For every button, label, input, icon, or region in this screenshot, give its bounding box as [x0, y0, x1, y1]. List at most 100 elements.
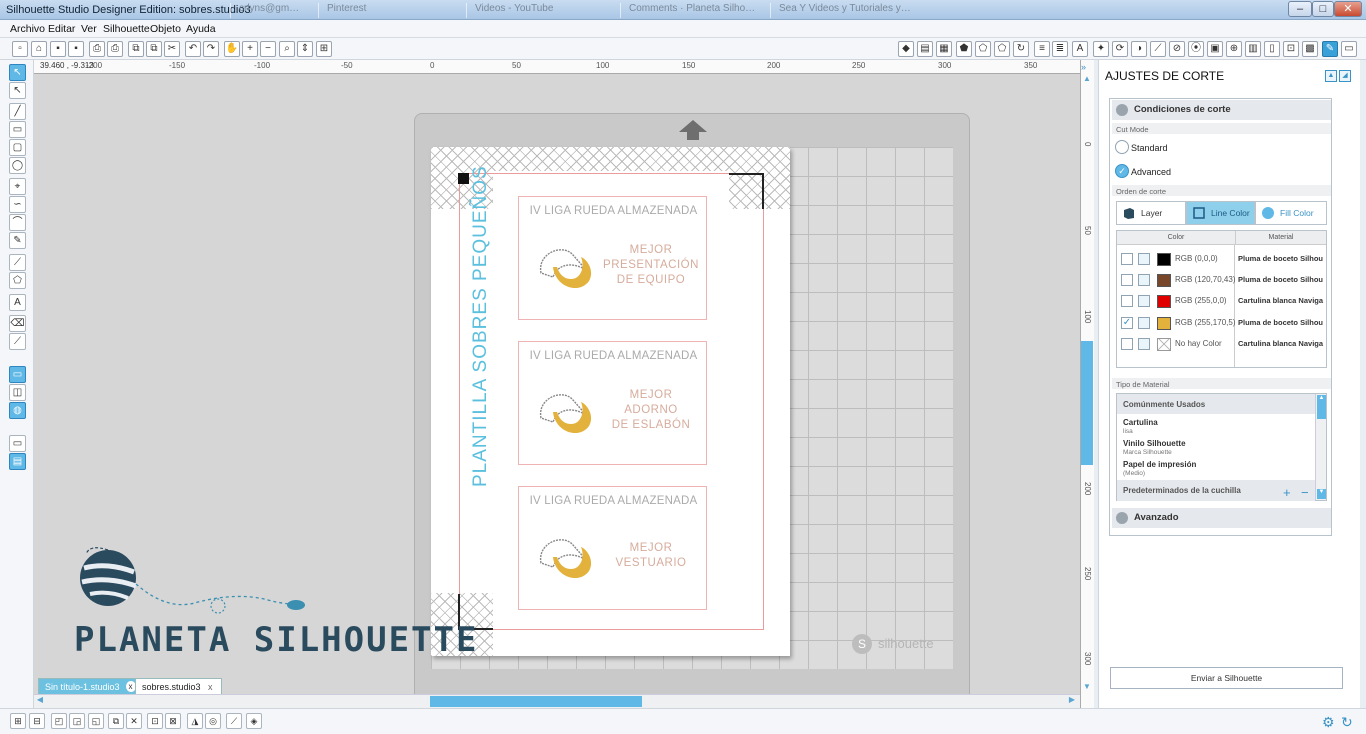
fill-icon[interactable]: ◆	[898, 41, 914, 57]
browser-tab[interactable]: Comments · Planeta Silho…	[620, 3, 763, 18]
split-view-icon[interactable]: ▤	[9, 453, 26, 470]
table-row[interactable]: No hay Color Cartulina blanca Naviga	[1117, 334, 1326, 355]
scroll-down-icon[interactable]: ▼	[1317, 489, 1326, 499]
align-icon[interactable]: ≡	[1034, 41, 1050, 57]
scroll-up-icon[interactable]: ▲	[1317, 395, 1326, 419]
award-card[interactable]: IV LIGA RUEDA ALMAZENADA MEJOR ADORNO DE…	[518, 341, 707, 465]
line-tool-icon[interactable]: ╱	[9, 103, 26, 120]
material-name[interactable]: Cartulina	[1123, 418, 1158, 427]
copy-icon[interactable]: ⧉	[128, 41, 144, 57]
menu-objeto[interactable]: Objeto	[150, 23, 181, 35]
cut-settings-icon[interactable]: ✎	[1322, 41, 1338, 57]
row-checkbox[interactable]	[1121, 253, 1133, 265]
menu-editar[interactable]: Editar	[48, 23, 75, 35]
tab-line-color[interactable]: Line Color	[1186, 201, 1255, 225]
table-row[interactable]: RGB (0,0,0) Pluma de boceto Silhou	[1117, 249, 1326, 270]
polygon-icon[interactable]: ⌖	[9, 178, 26, 195]
row-checkbox[interactable]	[1121, 274, 1133, 286]
window-view-icon[interactable]: ▭	[9, 435, 26, 452]
row-action-icon[interactable]	[1138, 317, 1150, 329]
redo-icon[interactable]: ↷	[203, 41, 219, 57]
image-trace-icon[interactable]: ⟋	[226, 713, 242, 729]
smooth-freehand-icon[interactable]: ⟋	[9, 254, 26, 271]
pentagon-icon[interactable]: ⬠	[994, 41, 1010, 57]
library-icon[interactable]: ⊕	[1226, 41, 1242, 57]
browser-tab[interactable]: crlyns@gm…	[230, 3, 307, 18]
design-page-icon[interactable]: ▭	[9, 366, 26, 383]
award-card[interactable]: IV LIGA RUEDA ALMAZENADA MEJOR VESTUARIO	[518, 486, 707, 610]
point-edit-icon[interactable]: ↖	[9, 82, 26, 99]
row-checkbox[interactable]: ✓	[1121, 317, 1133, 329]
save-icon[interactable]: ▪	[50, 41, 66, 57]
zoom-out-icon[interactable]: −	[260, 41, 276, 57]
scroll-up-icon[interactable]: ▲	[1081, 74, 1093, 86]
replicate-icon[interactable]: ⟳	[1112, 41, 1128, 57]
scroll-thumb[interactable]	[430, 696, 642, 707]
doc-tab-close-icon[interactable]: x	[208, 679, 213, 695]
library-page-icon[interactable]: ◫	[9, 384, 26, 401]
table-row[interactable]: RGB (120,70,43) Pluma de boceto Silhou	[1117, 270, 1326, 291]
vertical-scrollbar[interactable]: ▲ ▼	[1080, 74, 1094, 694]
scroll-left-icon[interactable]: ◀	[34, 695, 46, 707]
award-card[interactable]: IV LIGA RUEDA ALMAZENADA MEJOR PRESENTAC…	[518, 196, 707, 320]
settings-gear-icon[interactable]: ⚙	[1322, 714, 1335, 731]
rotate-icon[interactable]: ↻	[1013, 41, 1029, 57]
row-checkbox[interactable]	[1121, 295, 1133, 307]
undo-icon[interactable]: ↶	[185, 41, 201, 57]
row-action-icon[interactable]	[1138, 253, 1150, 265]
zoom-select-icon[interactable]: ⌕	[279, 41, 295, 57]
eraser-icon[interactable]: ⌫	[9, 315, 26, 332]
close-button[interactable]: ✕	[1334, 1, 1362, 17]
arc-icon[interactable]: ⌒	[9, 214, 26, 231]
row-action-icon[interactable]	[1138, 338, 1150, 350]
maximize-button[interactable]: □	[1312, 1, 1334, 17]
ungroup-icon[interactable]: ⊟	[29, 713, 45, 729]
material-name[interactable]: Vinilo Silhouette	[1123, 439, 1186, 448]
send-icon[interactable]: ▭	[1341, 41, 1357, 57]
trace-icon[interactable]: ⦿	[1188, 41, 1204, 57]
print-border-icon[interactable]: ▩	[1302, 41, 1318, 57]
print-icon[interactable]: ⎙	[89, 41, 105, 57]
cut-icon[interactable]: ✂	[164, 41, 180, 57]
modify-icon[interactable]: ◑	[1131, 41, 1147, 57]
knife-tool-icon[interactable]: ⟋	[9, 333, 26, 350]
material-label[interactable]: Cartulina blanca Naviga	[1238, 339, 1326, 348]
save-as-icon[interactable]: ▪	[68, 41, 84, 57]
fit-page-icon[interactable]: ⊞	[316, 41, 332, 57]
browser-tab[interactable]: Videos - YouTube	[466, 3, 561, 18]
new-icon[interactable]: ▫	[12, 41, 28, 57]
paste-icon[interactable]: ⧉	[146, 41, 162, 57]
row-action-icon[interactable]	[1138, 295, 1150, 307]
delete-icon[interactable]: ✕	[126, 713, 142, 729]
rectangle-icon[interactable]: ▭	[9, 121, 26, 138]
store-icon[interactable]: ▥	[1245, 41, 1261, 57]
bring-front-icon[interactable]: ◰	[51, 713, 67, 729]
group-icon[interactable]: ⊞	[10, 713, 26, 729]
expand-panel-icon[interactable]: »	[1081, 62, 1086, 72]
page-icon[interactable]: ▯	[1264, 41, 1280, 57]
minimize-button[interactable]: –	[1288, 1, 1312, 17]
row-checkbox[interactable]	[1121, 338, 1133, 350]
curve-icon[interactable]: ∽	[9, 196, 26, 213]
horizontal-scrollbar[interactable]: ◀ ▶	[34, 694, 1080, 708]
offset-tool-icon[interactable]: ◎	[205, 713, 221, 729]
bring-forward-icon[interactable]: ◱	[88, 713, 104, 729]
scroll-thumb[interactable]	[1081, 341, 1093, 465]
rounded-rectangle-icon[interactable]: ▢	[9, 139, 26, 156]
duplicate-icon[interactable]: ⧉	[108, 713, 124, 729]
text-tool-icon[interactable]: A	[9, 294, 26, 311]
radio-standard[interactable]	[1115, 140, 1129, 154]
remove-material-button[interactable]: −	[1301, 485, 1309, 500]
refresh-icon[interactable]: ↻	[1341, 714, 1353, 731]
panel-move-up-icon[interactable]: ▲	[1325, 70, 1337, 82]
grid-icon[interactable]: ▦	[936, 41, 952, 57]
material-scrollbar[interactable]: ▲ ▼	[1315, 394, 1326, 500]
ellipse-icon[interactable]: ◯	[9, 157, 26, 174]
tab-layer[interactable]: Layer	[1116, 201, 1186, 225]
conditions-header[interactable]: Condiciones de corte	[1112, 100, 1331, 120]
weld-icon[interactable]: ◮	[187, 713, 203, 729]
freehand-icon[interactable]: ✎	[9, 232, 26, 249]
add-material-button[interactable]: +	[1283, 485, 1291, 500]
shape-icon[interactable]: ⬟	[956, 41, 972, 57]
material-label[interactable]: Pluma de boceto Silhou	[1238, 318, 1326, 327]
